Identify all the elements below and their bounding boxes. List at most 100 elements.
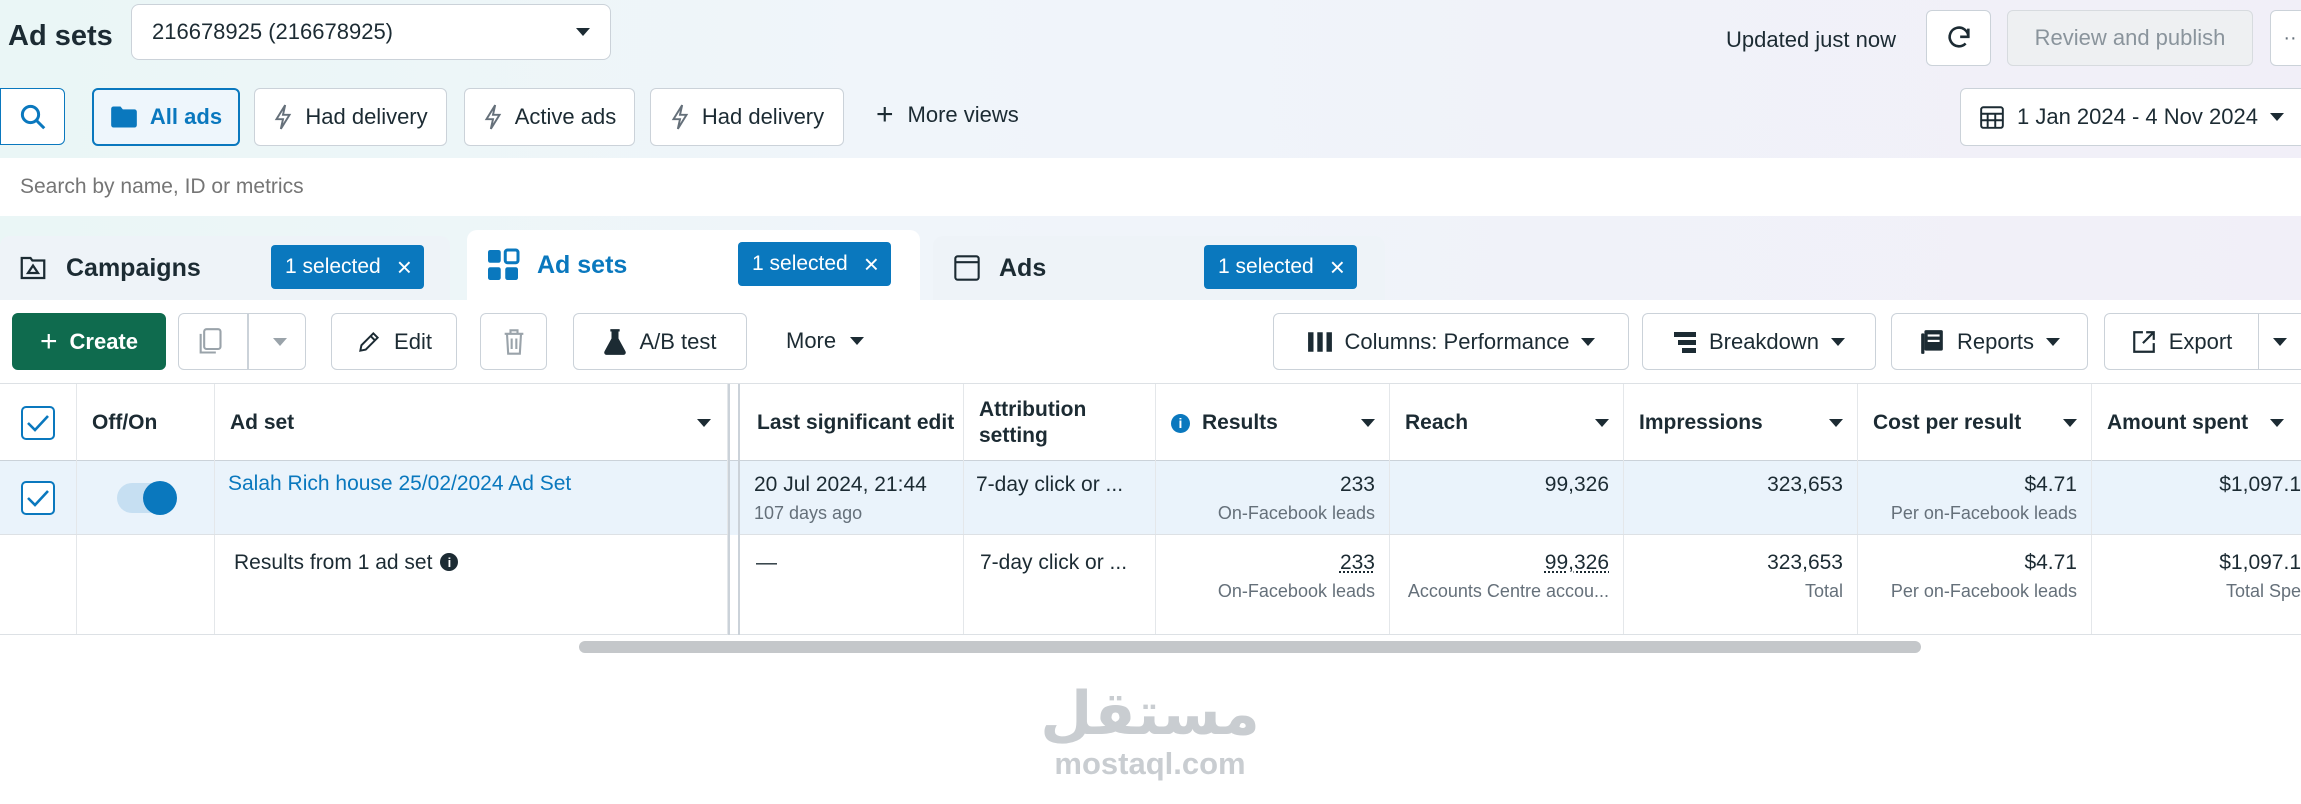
header-results[interactable]: i Results (1156, 384, 1390, 462)
edit-button[interactable]: Edit (331, 313, 457, 370)
chevron-down-icon (1361, 419, 1375, 427)
reports-button[interactable]: Reports (1891, 313, 2088, 370)
columns-icon (1307, 331, 1333, 353)
watermark-latin: mostaql.com (1054, 746, 1246, 781)
export-button[interactable]: Export (2104, 313, 2259, 370)
account-select-value: 216678925 (216678925) (152, 19, 394, 44)
ab-test-button[interactable]: A/B test (573, 313, 747, 370)
page-title: Ad sets (8, 20, 113, 52)
view-all-ads[interactable]: All ads (92, 88, 240, 146)
info-icon[interactable]: i (440, 553, 459, 571)
view-had-delivery-1[interactable]: Had delivery (254, 88, 447, 146)
header-attribution[interactable]: Attribution setting (964, 384, 1156, 462)
select-all-cell (0, 384, 77, 462)
row-adset-cell: Salah Rich house 25/02/2024 Ad Set (215, 461, 728, 534)
plus-icon: + (39, 324, 58, 358)
summary-cpr-value: $4.71 (2024, 551, 2077, 574)
divider (247, 313, 249, 370)
breakdown-label: Breakdown (1708, 328, 1820, 354)
summary-empty-cell (0, 535, 77, 634)
summary-edit-cell: — (742, 535, 964, 634)
ab-test-label: A/B test (639, 328, 717, 354)
chevron-down-icon (2273, 337, 2287, 346)
summary-reach-sub: Accounts Centre accou... (1407, 581, 1609, 601)
header-amount-spent[interactable]: Amount spent (2092, 384, 2301, 462)
summary-results-value[interactable]: 233 (1156, 551, 1375, 575)
tab-campaigns-label: Campaigns (66, 253, 201, 282)
header-cost-per-result[interactable]: Cost per result (1858, 384, 2092, 462)
flask-icon (603, 328, 627, 356)
more-views-label: More views (907, 102, 1019, 127)
more-button[interactable]: More (786, 328, 865, 354)
view-had-delivery-2[interactable]: Had delivery (650, 88, 844, 146)
ads-selected-chip[interactable]: 1 selected × (1204, 245, 1357, 289)
close-icon[interactable]: × (1330, 254, 1345, 280)
search-button[interactable] (0, 88, 65, 145)
horizontal-scrollbar[interactable] (579, 641, 1921, 653)
close-icon[interactable]: × (864, 251, 879, 277)
breakdown-button[interactable]: Breakdown (1642, 313, 1876, 370)
summary-spent-cell: $1,097.1 Total Spe (2092, 535, 2301, 634)
view-active-ads[interactable]: Active ads (464, 88, 635, 146)
summary-spent-value: $1,097.1 (2219, 551, 2301, 574)
header-reach-label: Reach (1405, 411, 1469, 434)
summary-empty-cell (77, 535, 215, 634)
delivery-toggle[interactable] (116, 480, 177, 515)
more-header-button[interactable]: ·· (2270, 10, 2301, 66)
create-button[interactable]: + Create (12, 313, 166, 370)
header-adset[interactable]: Ad set (215, 384, 728, 462)
chevron-down-icon (850, 337, 865, 345)
summary-impressions-value: 323,653 (1767, 551, 1843, 574)
results-value: 233 (1339, 473, 1375, 496)
column-freeze-divider[interactable] (728, 384, 740, 462)
refresh-button[interactable] (1926, 10, 1991, 66)
summary-label: Results from 1 ad set (234, 551, 433, 574)
pencil-icon (356, 329, 382, 355)
campaigns-selected-label: 1 selected (285, 255, 381, 278)
header-impressions[interactable]: Impressions (1624, 384, 1858, 462)
more-label: More (786, 328, 837, 353)
summary-impressions-sub: Total (1804, 581, 1843, 601)
review-publish-button[interactable]: Review and publish (2007, 10, 2253, 66)
adsets-selected-chip[interactable]: 1 selected × (738, 242, 891, 286)
select-all-checkbox[interactable] (21, 406, 55, 440)
row-impressions-cell: 323,653 (1624, 461, 1858, 534)
header-reach[interactable]: Reach (1390, 384, 1624, 462)
chevron-down-icon (1829, 419, 1843, 427)
chevron-down-icon (2270, 419, 2285, 427)
header-last-edit[interactable]: Last significant edit (742, 384, 964, 462)
sort-caret-icon (697, 419, 711, 427)
watermark-arabic: مستقل (1040, 679, 1260, 749)
delete-button[interactable] (480, 313, 547, 370)
reports-label: Reports (1956, 328, 2035, 354)
lightning-icon (483, 104, 503, 130)
date-range-picker[interactable]: 1 Jan 2024 - 4 Nov 2024 (1960, 88, 2301, 146)
lightning-icon (670, 104, 690, 130)
columns-button[interactable]: Columns: Performance (1273, 313, 1629, 370)
header-impressions-label: Impressions (1639, 411, 1763, 434)
view-active-ads-label: Active ads (514, 104, 617, 129)
campaigns-selected-chip[interactable]: 1 selected × (271, 245, 424, 289)
duplicate-button[interactable] (178, 313, 306, 370)
reach-value: 99,326 (1544, 473, 1609, 496)
row-checkbox[interactable] (21, 480, 55, 515)
cpr-sub: Per on-Facebook leads (1890, 503, 2077, 523)
table-row[interactable]: Salah Rich house 25/02/2024 Ad Set 20 Ju… (0, 461, 2301, 535)
search-input[interactable] (20, 164, 1220, 210)
header-cpr-label: Cost per result (1873, 411, 2022, 434)
export-dropdown-button[interactable] (2258, 313, 2301, 370)
more-views-button[interactable]: + More views (876, 100, 1019, 130)
row-select-cell (0, 461, 77, 534)
account-select[interactable]: 216678925 (216678925) (131, 4, 611, 60)
campaign-flag-icon (18, 253, 48, 283)
adset-name-link[interactable]: Salah Rich house 25/02/2024 Ad Set (228, 472, 571, 495)
view-had-delivery-1-label: Had delivery (305, 104, 428, 129)
chevron-down-icon[interactable] (273, 337, 287, 346)
chevron-down-icon (2063, 419, 2077, 427)
info-icon[interactable]: i (1171, 413, 1190, 433)
summary-cpr-sub: Per on-Facebook leads (1890, 581, 2077, 601)
adsets-grid-icon (485, 247, 521, 283)
summary-reach-value[interactable]: 99,326 (1390, 551, 1609, 575)
header-offon[interactable]: Off/On (77, 384, 215, 462)
close-icon[interactable]: × (397, 254, 412, 280)
